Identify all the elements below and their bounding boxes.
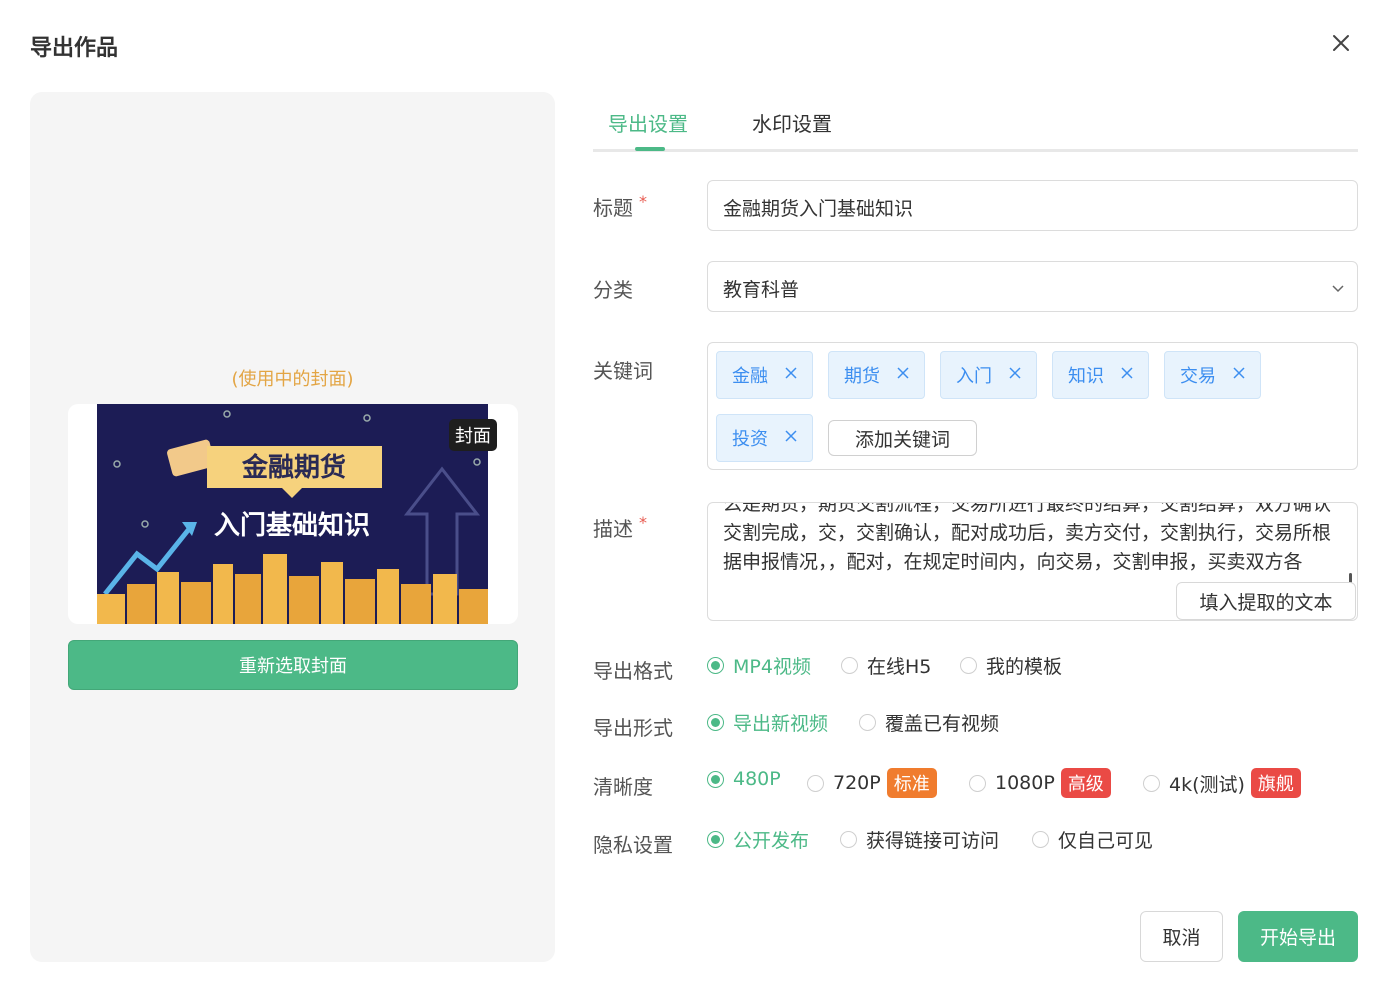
description-text: 么是期货，期货交割流程，交易所进行最终的结算，交割结算，双方确认交割完成，交，交… <box>723 503 1332 573</box>
radio-dot <box>1032 831 1049 848</box>
radio-dot <box>707 770 724 788</box>
tab-watermark-settings[interactable]: 水印设置 <box>752 108 832 137</box>
radio-dot <box>707 831 724 848</box>
close-button[interactable] <box>1326 28 1356 58</box>
radio-720p[interactable]: 720P 标准 <box>807 768 937 798</box>
reselect-cover-button[interactable]: 重新选取封面 <box>68 640 518 690</box>
close-icon[interactable] <box>1231 365 1247 381</box>
radio-my-template[interactable]: 我的模板 <box>960 652 1062 679</box>
resolution-label: 清晰度 <box>593 775 653 799</box>
mode-label: 导出形式 <box>593 716 673 740</box>
tier-badge: 标准 <box>886 768 937 798</box>
fill-extracted-text-button[interactable]: 填入提取的文本 <box>1176 582 1356 620</box>
close-icon[interactable] <box>1119 365 1135 381</box>
keyword-tag-label: 金融 <box>732 366 768 387</box>
keyword-tag: 交易 <box>1164 351 1261 399</box>
keyword-tag: 入门 <box>940 351 1037 399</box>
close-icon[interactable] <box>1007 365 1023 381</box>
radio-dot <box>859 714 876 731</box>
description-label: 描述 * <box>593 513 647 541</box>
title-input[interactable]: 金融期货入门基础知识 <box>707 180 1358 231</box>
cover-badge: 封面 <box>449 419 497 451</box>
radio-1080p[interactable]: 1080P 高级 <box>969 768 1111 798</box>
tab-export-settings[interactable]: 导出设置 <box>608 108 688 137</box>
add-keyword-button[interactable]: 添加关键词 <box>828 420 977 456</box>
radio-dot <box>807 774 824 792</box>
cancel-button[interactable]: 取消 <box>1140 911 1223 962</box>
keyword-tag-label: 期货 <box>844 366 880 387</box>
description-textarea[interactable]: 么是期货，期货交割流程，交易所进行最终的结算，交割结算，双方确认交割完成，交，交… <box>707 502 1358 621</box>
cover-image-title: 金融期货 <box>241 452 346 483</box>
cover-preview: 金融期货 入门基础知识 封面 <box>68 404 518 624</box>
start-export-button[interactable]: 开始导出 <box>1238 911 1358 962</box>
settings-tabs: 导出设置 水印设置 <box>593 92 1358 152</box>
category-select-value: 教育科普 <box>723 279 800 301</box>
format-label: 导出格式 <box>593 659 673 683</box>
keyword-tag: 金融 <box>716 351 813 399</box>
keywords-label: 关键词 <box>593 359 653 383</box>
cover-in-use-tip: (使用中的封面) <box>231 369 354 390</box>
title-label: 标题 * <box>593 192 647 220</box>
radio-dot <box>707 714 724 731</box>
dialog-title: 导出作品 <box>30 36 119 61</box>
cover-panel: (使用中的封面) 金融期货 入门基础知识 封面 重新选取封面 <box>30 92 555 962</box>
tier-badge: 高级 <box>1060 768 1111 798</box>
radio-dot <box>969 774 986 792</box>
radio-overwrite-video[interactable]: 覆盖已有视频 <box>859 709 999 736</box>
radio-480p[interactable]: 480P <box>707 768 781 790</box>
chevron-down-icon <box>1332 285 1344 293</box>
category-label: 分类 <box>593 278 633 302</box>
close-icon[interactable] <box>783 365 799 381</box>
radio-new-video[interactable]: 导出新视频 <box>707 709 828 736</box>
title-input-value: 金融期货入门基础知识 <box>723 198 914 220</box>
cover-image: 金融期货 入门基础知识 <box>97 404 488 624</box>
tier-badge: 旗舰 <box>1250 768 1301 798</box>
active-tab-indicator <box>635 147 665 151</box>
keyword-tag: 投资 <box>716 414 813 462</box>
radio-4k[interactable]: 4k(测试) 旗舰 <box>1143 768 1301 798</box>
keyword-tag: 知识 <box>1052 351 1149 399</box>
close-icon <box>1333 35 1349 51</box>
radio-dot <box>707 657 724 674</box>
radio-mp4[interactable]: MP4视频 <box>707 652 811 679</box>
radio-public[interactable]: 公开发布 <box>707 826 809 853</box>
radio-dot <box>841 657 858 674</box>
keyword-tag-label: 入门 <box>956 366 992 387</box>
radio-dot <box>960 657 977 674</box>
keyword-tag: 期货 <box>828 351 925 399</box>
radio-h5[interactable]: 在线H5 <box>841 652 931 679</box>
radio-private[interactable]: 仅自己可见 <box>1032 826 1153 853</box>
radio-link-access[interactable]: 获得链接可访问 <box>840 826 999 853</box>
radio-dot <box>1143 774 1160 792</box>
close-icon[interactable] <box>895 365 911 381</box>
keyword-tag-label: 知识 <box>1068 366 1104 387</box>
category-select[interactable]: 教育科普 <box>707 261 1358 312</box>
close-icon[interactable] <box>783 428 799 444</box>
cover-image-subtitle: 入门基础知识 <box>214 511 370 541</box>
radio-dot <box>840 831 857 848</box>
keyword-tag-label: 交易 <box>1180 366 1216 387</box>
privacy-label: 隐私设置 <box>593 833 673 857</box>
keywords-box: 金融 期货 入门 知识 交易 投资 添加关键词 <box>707 342 1358 470</box>
keyword-tag-label: 投资 <box>732 429 768 450</box>
